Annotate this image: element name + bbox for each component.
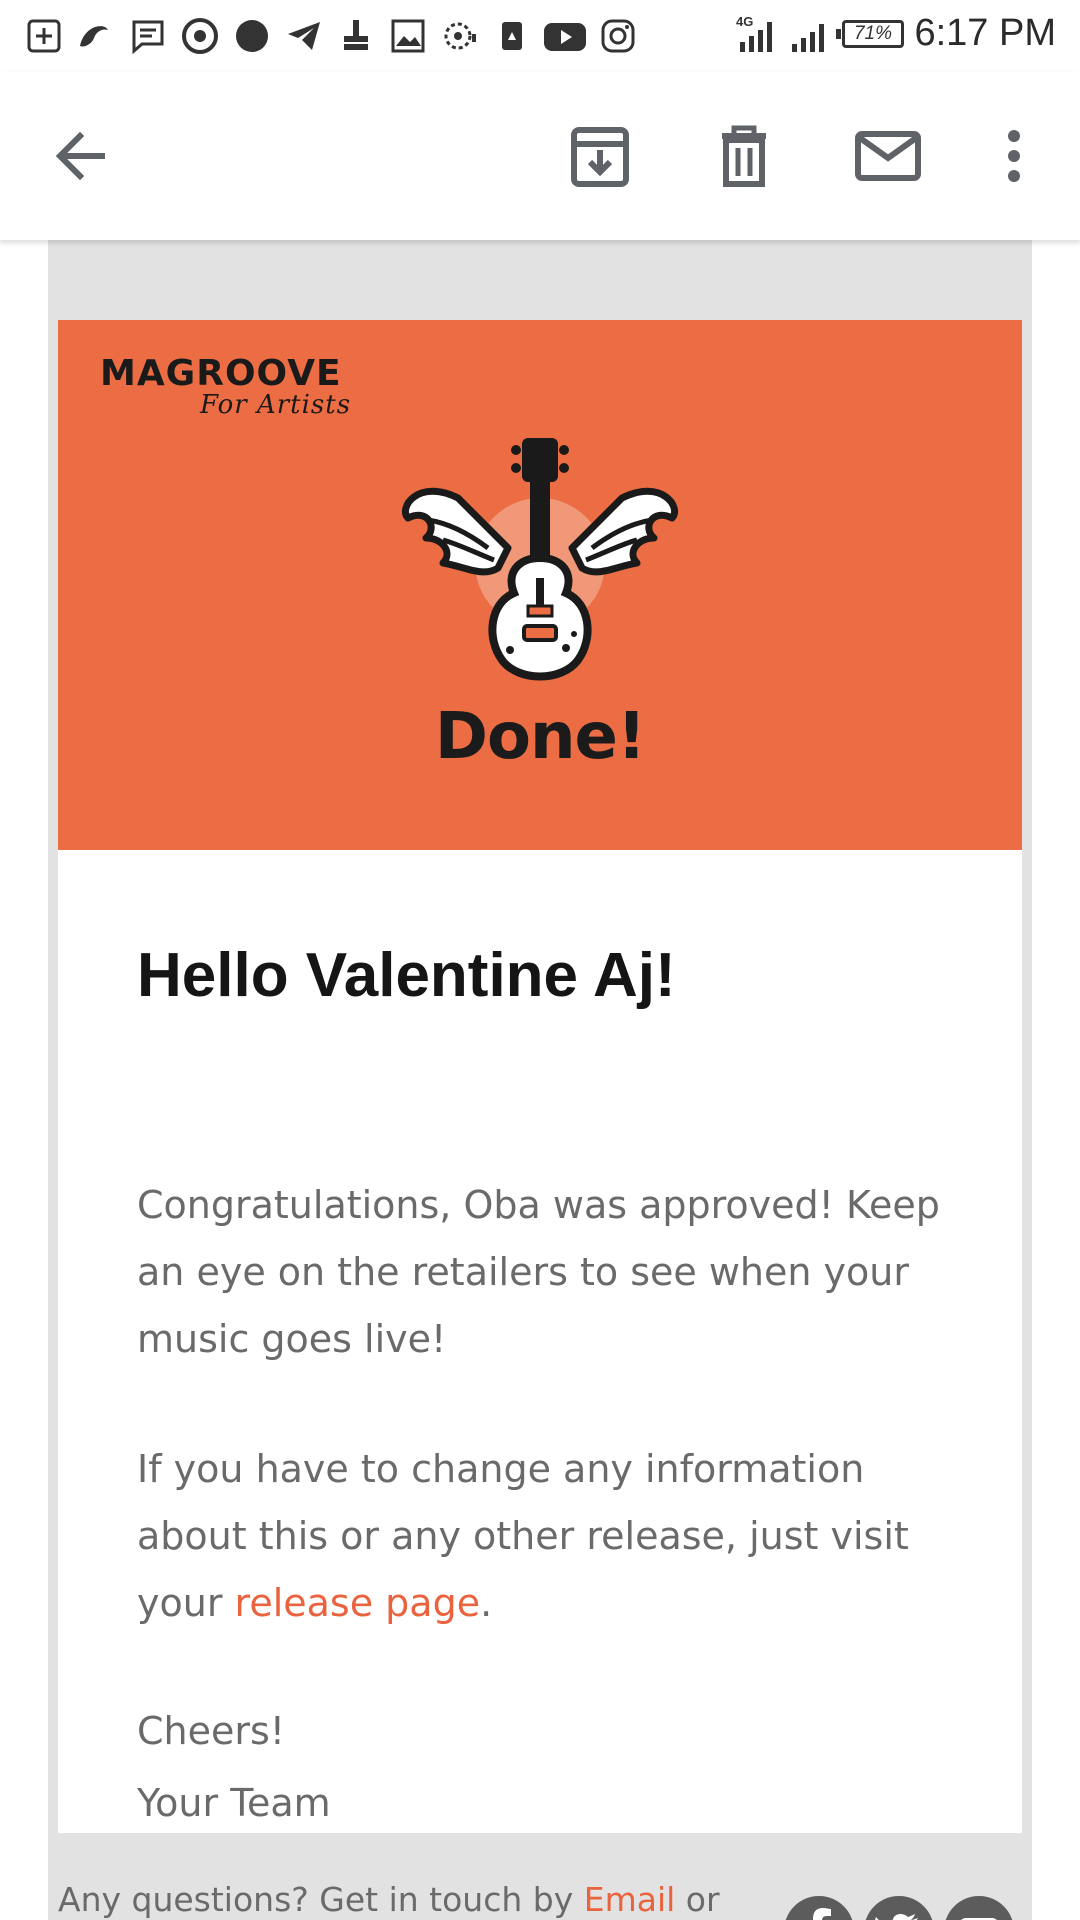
arrow-left-icon	[55, 131, 105, 181]
mark-unread-icon	[855, 131, 921, 181]
signal-4g-icon: 4G	[736, 14, 772, 52]
email-toolbar	[0, 72, 1080, 240]
approval-message: Congratulations, Oba was approved! Keep …	[137, 1183, 940, 1361]
youtube-button[interactable]	[944, 1896, 1014, 1920]
email-frame: MAGROOVE For Artists Done! Hello Valenti…	[48, 240, 1032, 1920]
more-options-button[interactable]	[974, 116, 1054, 196]
gallery-icon	[391, 19, 425, 53]
brand-logo: MAGROOVE	[100, 353, 342, 394]
email-card: MAGROOVE For Artists Done! Hello Valenti…	[58, 320, 1022, 1833]
signoff-team: Your Team	[137, 1781, 331, 1825]
release-info-message: If you have to change any information ab…	[137, 1436, 967, 1637]
youtube-icon	[544, 23, 586, 51]
archive-button[interactable]	[560, 116, 640, 196]
message-icon	[132, 20, 164, 55]
delete-button[interactable]	[704, 116, 784, 196]
brand-tagline: For Artists	[200, 390, 352, 420]
footer-email-link[interactable]: Email	[584, 1880, 676, 1919]
signoff-cheers: Cheers!	[137, 1709, 286, 1753]
compass-app-icon	[236, 20, 268, 52]
footer-text: Any questions? Get in touch by	[58, 1880, 584, 1919]
twitter-button[interactable]	[864, 1896, 934, 1920]
add-box-icon	[27, 19, 61, 53]
lock-app-icon	[502, 22, 522, 50]
facebook-icon	[813, 1908, 831, 1920]
hero-title: Done!	[434, 700, 646, 774]
cleaner-icon	[344, 20, 368, 50]
status-bar: 4G 71% 6:17 PM	[0, 0, 1080, 72]
twitter-icon	[875, 1914, 918, 1920]
chrome-icon	[182, 18, 218, 54]
footer-contact: Any questions? Get in touch by Email or	[58, 1880, 720, 1919]
status-time: 6:17 PM	[914, 12, 1056, 54]
facebook-button[interactable]	[784, 1896, 854, 1920]
instagram-icon	[601, 19, 635, 53]
mark-unread-button[interactable]	[848, 116, 928, 196]
back-button[interactable]	[42, 116, 122, 196]
bird-app-icon	[80, 26, 108, 47]
battery-indicator: 71%	[836, 20, 904, 48]
release-info-end: .	[480, 1581, 493, 1625]
more-vert-icon	[1008, 130, 1020, 182]
podcast-icon	[444, 22, 476, 50]
delete-icon	[722, 125, 766, 187]
youtube-icon	[961, 1918, 997, 1920]
footer-text-end: or	[675, 1880, 720, 1919]
hero-banner: MAGROOVE For Artists Done!	[58, 320, 1022, 850]
email-content-scroll[interactable]: MAGROOVE For Artists Done! Hello Valenti…	[0, 240, 1080, 1920]
release-page-link[interactable]: release page	[235, 1581, 481, 1625]
winged-guitar-icon	[402, 438, 678, 681]
greeting-heading: Hello Valentine Aj!	[137, 941, 676, 1010]
network-label: 4G	[736, 14, 753, 29]
archive-icon	[571, 127, 629, 187]
signal-icon	[792, 24, 824, 52]
telegram-icon	[288, 22, 320, 50]
